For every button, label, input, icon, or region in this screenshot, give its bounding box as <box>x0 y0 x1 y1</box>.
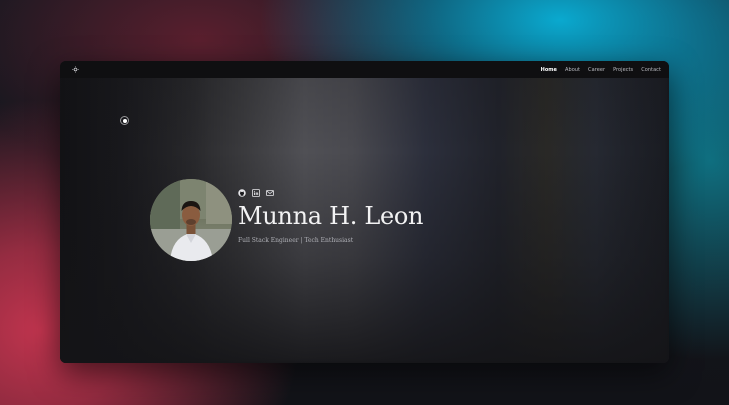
nav-link-projects[interactable]: Projects <box>613 67 633 73</box>
social-links <box>238 188 423 197</box>
hero-name: Munna H. Leon <box>238 201 424 230</box>
theme-toggle-icon[interactable] <box>71 66 79 74</box>
avatar <box>150 179 232 261</box>
github-icon[interactable] <box>238 188 246 197</box>
profile-info: Munna H. Leon Full Stack Engineer | Tech… <box>238 188 424 244</box>
nav-links: Home About Career Projects Contact <box>541 67 661 73</box>
top-navbar: Home About Career Projects Contact <box>60 61 669 78</box>
nav-link-career[interactable]: Career <box>588 67 605 73</box>
cursor-follower <box>120 116 129 125</box>
mail-icon[interactable] <box>266 189 274 197</box>
nav-link-home[interactable]: Home <box>541 67 557 73</box>
browser-window: Home About Career Projects Contact Munna… <box>60 61 669 363</box>
linkedin-icon[interactable] <box>252 188 260 197</box>
nav-link-contact[interactable]: Contact <box>641 67 661 73</box>
desktop-background: Home About Career Projects Contact Munna… <box>0 0 729 405</box>
nav-link-about[interactable]: About <box>565 67 580 73</box>
hero-profile: Munna H. Leon Full Stack Engineer | Tech… <box>150 179 424 261</box>
hero-tagline: Full Stack Engineer | Tech Enthusiast <box>238 236 354 244</box>
